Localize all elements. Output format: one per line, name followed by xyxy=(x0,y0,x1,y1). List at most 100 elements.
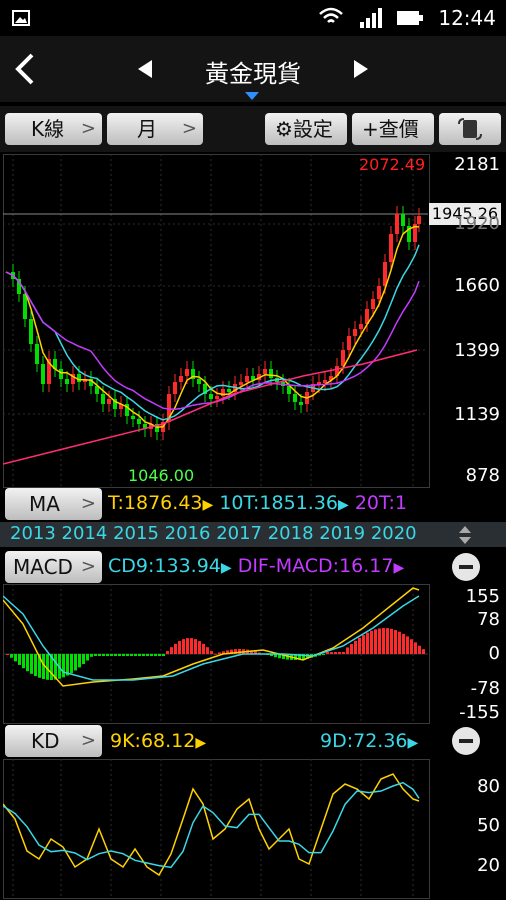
candle-body xyxy=(137,419,141,424)
period-button[interactable]: 月 > xyxy=(107,113,203,145)
ma-indicator-button[interactable]: MA > xyxy=(5,488,102,520)
candle-body xyxy=(185,369,189,376)
y-tick: 1399 xyxy=(454,340,500,361)
macd-bar xyxy=(350,644,353,654)
year-label: 2015 xyxy=(113,523,159,544)
macd-values: CD9:133.94▶ DIF-MACD:16.17▶ xyxy=(108,555,404,577)
macd-bar xyxy=(106,654,109,656)
macd-bar xyxy=(122,654,125,656)
rotate-screen-icon xyxy=(458,118,482,140)
candle-body xyxy=(263,369,267,374)
battery-icon xyxy=(397,11,423,25)
macd-bar xyxy=(134,654,137,656)
macd-bar xyxy=(74,654,77,671)
macd-bar xyxy=(170,647,173,654)
settings-button[interactable]: ⚙設定 xyxy=(265,113,347,145)
candle-body xyxy=(101,394,105,404)
kd-y-tick: 80 xyxy=(477,776,500,797)
candle-body xyxy=(131,416,135,419)
macd-bar xyxy=(126,654,129,656)
candle-body xyxy=(347,336,351,350)
macd-bar xyxy=(410,639,413,654)
candle-body xyxy=(417,216,421,224)
dropdown-indicator-icon[interactable] xyxy=(245,92,259,101)
year-label: 2018 xyxy=(267,523,314,544)
macd-bar xyxy=(62,654,65,678)
macd-bar xyxy=(346,647,349,654)
quote-button[interactable]: +查價 xyxy=(352,113,434,145)
macd-bar xyxy=(30,654,33,674)
chevron-right-icon: > xyxy=(80,493,96,514)
ma-t-value: T:1876.43 xyxy=(108,492,203,514)
candle-body xyxy=(293,394,297,402)
candle-body xyxy=(401,214,405,226)
kd-indicator-button[interactable]: KD > xyxy=(5,725,102,757)
triangle-icon: ▶ xyxy=(202,497,214,513)
kd-y-tick: 50 xyxy=(477,815,500,836)
macd-bar xyxy=(118,654,121,656)
macd-bar xyxy=(210,651,213,654)
year-label: 2013 xyxy=(10,523,56,544)
macd-bar xyxy=(18,654,21,665)
macd-bar xyxy=(190,638,193,654)
macd-y-tick: 78 xyxy=(477,609,500,630)
y-tick: 878 xyxy=(465,465,500,486)
page-title: 黃金現貨 xyxy=(205,60,301,88)
candle-body xyxy=(107,399,111,404)
macd-bar xyxy=(102,654,105,656)
candle-body xyxy=(23,294,27,319)
kline-type-button[interactable]: K線 > xyxy=(5,113,102,145)
macd-y-tick: 155 xyxy=(465,586,500,607)
macd-signal-line xyxy=(3,595,420,681)
kd-k-values: 9K:68.12▶ xyxy=(110,730,206,752)
macd-bar xyxy=(146,654,149,656)
macd-chart[interactable] xyxy=(3,584,428,722)
macd-bar xyxy=(394,630,397,654)
triangle-icon: ▶ xyxy=(220,560,232,576)
candle-body xyxy=(41,364,45,384)
remove-kd-button[interactable] xyxy=(452,727,480,755)
candle-body xyxy=(371,299,375,309)
gear-icon: ⚙ xyxy=(275,117,293,141)
price-chart[interactable] xyxy=(3,154,428,486)
macd-bar xyxy=(354,640,357,654)
remove-macd-button[interactable] xyxy=(452,553,480,581)
kd-d-value: 9D:72.36 xyxy=(320,730,408,752)
triangle-icon: ▶ xyxy=(338,497,349,513)
signal-icon xyxy=(360,8,382,28)
macd-bar xyxy=(178,641,181,654)
macd-indicator-button[interactable]: MACD > xyxy=(5,551,102,583)
macd-bar xyxy=(406,636,409,654)
macd-bar xyxy=(370,630,373,654)
period-label: 月 xyxy=(137,117,157,141)
macd-y-tick: 0 xyxy=(488,643,500,664)
chevron-right-icon: > xyxy=(80,730,96,751)
title-bar: 黃金現貨 xyxy=(0,36,506,102)
macd-bar xyxy=(418,645,421,654)
year-label: 2014 xyxy=(61,523,108,544)
ma-button-label: MA xyxy=(29,492,60,516)
rotate-screen-button[interactable] xyxy=(439,113,501,145)
ma-10t-value: 10T:1851.36 xyxy=(219,492,338,514)
candle-body xyxy=(323,380,327,383)
candle-body xyxy=(209,394,213,399)
y-tick: 1139 xyxy=(454,404,500,425)
ma-20t-value: 20T:1 xyxy=(354,492,408,514)
kd-chart[interactable] xyxy=(3,759,428,897)
candle-body xyxy=(65,379,69,384)
macd-bar xyxy=(82,654,85,665)
macd-bar xyxy=(322,654,325,655)
status-time: 12:44 xyxy=(438,6,496,30)
macd-bar xyxy=(110,654,113,656)
next-arrow-icon[interactable] xyxy=(352,58,370,80)
triangle-icon: ▶ xyxy=(393,560,405,576)
candle-body xyxy=(179,376,183,382)
candle-body xyxy=(173,382,177,394)
expand-collapse-icon[interactable] xyxy=(458,525,472,545)
kline-type-label: K線 xyxy=(31,117,65,141)
macd-bar xyxy=(34,654,37,677)
macd-bar xyxy=(154,654,157,656)
macd-bar xyxy=(158,654,161,656)
candle-body xyxy=(359,324,363,329)
macd-bar xyxy=(22,654,25,669)
